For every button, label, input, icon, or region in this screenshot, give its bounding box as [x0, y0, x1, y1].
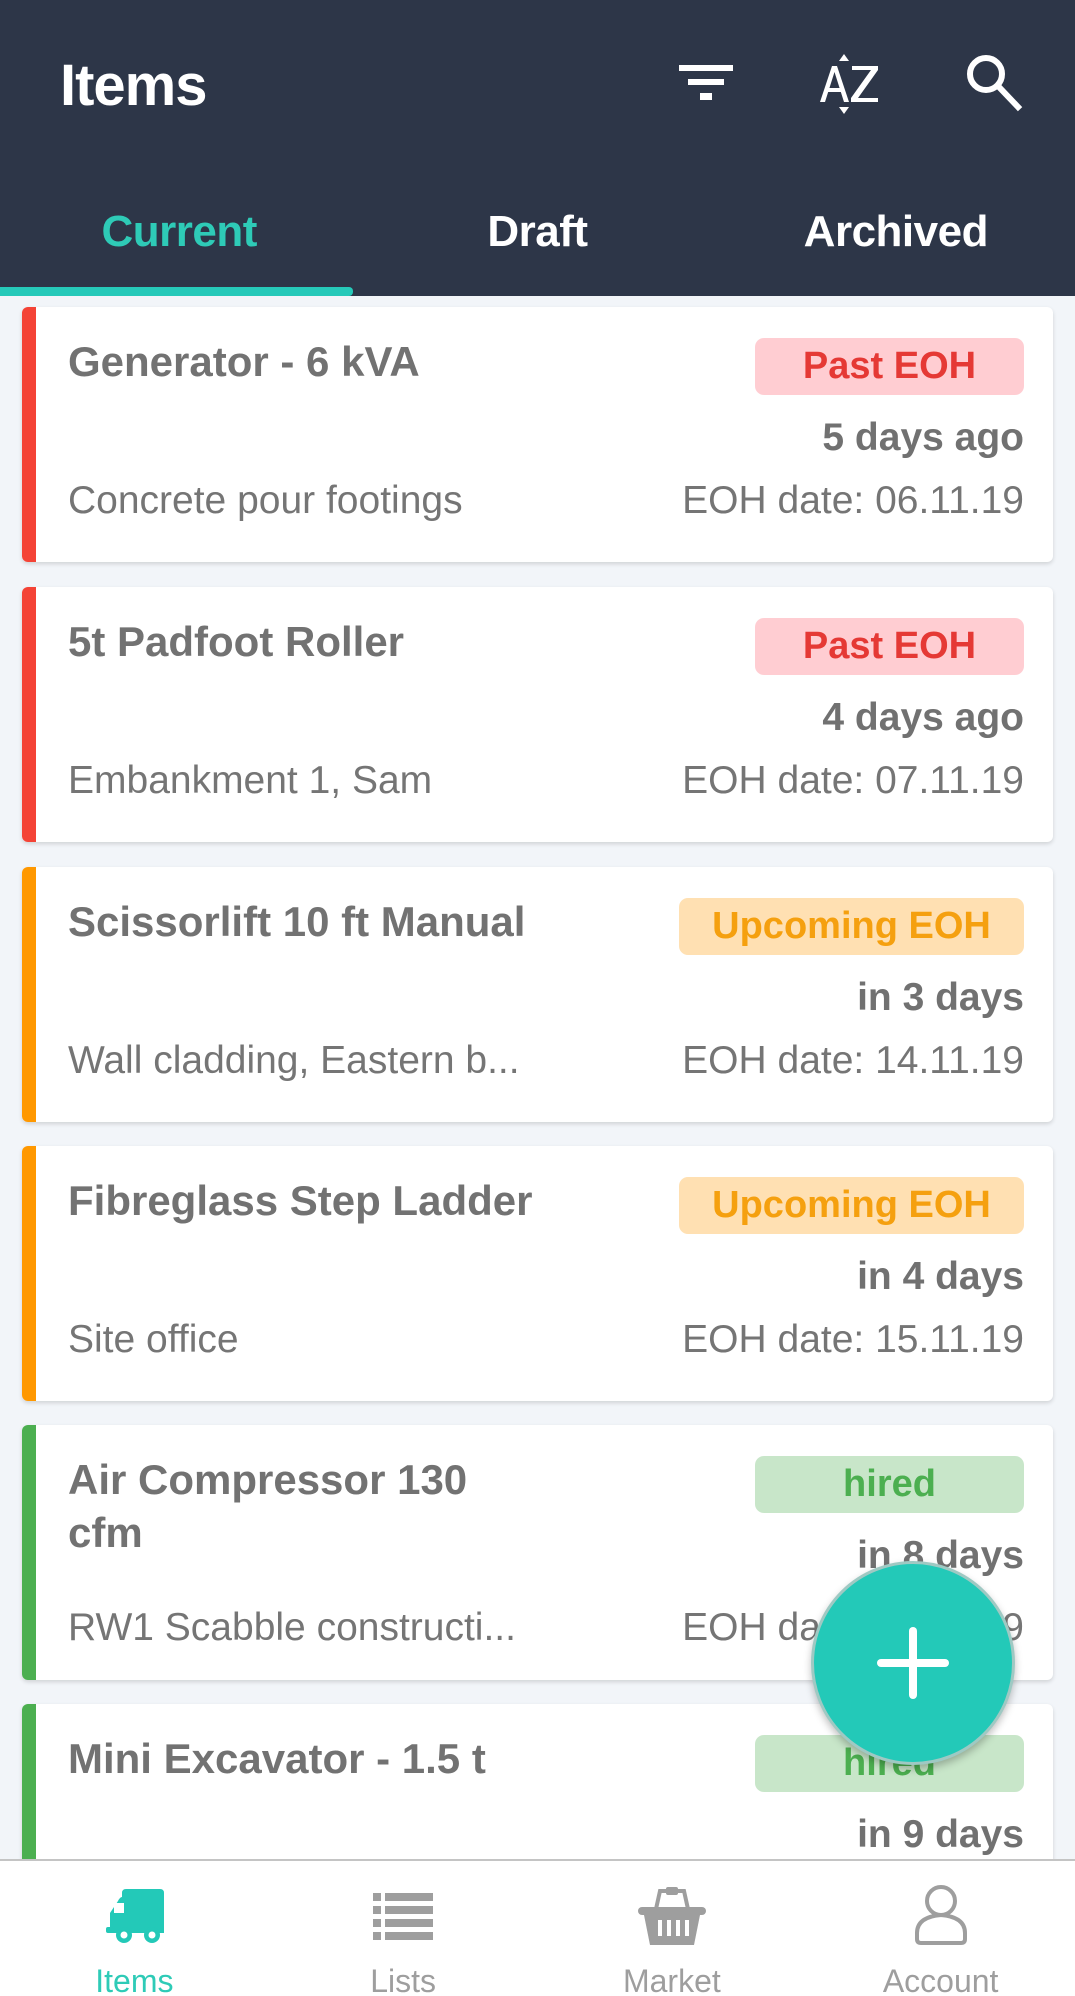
- eoh-date: EOH date: 07.11.19: [682, 759, 1024, 802]
- tab-draft[interactable]: Draft: [358, 180, 716, 296]
- relative-time: in 3 days: [857, 976, 1024, 1019]
- status-bar: [22, 1425, 36, 1680]
- relative-time: 5 days ago: [822, 416, 1024, 459]
- basket-icon: [637, 1887, 706, 1945]
- status-badge: Upcoming EOH: [679, 1177, 1024, 1234]
- search-icon: [967, 55, 1023, 112]
- app-header: Items Current Draft Archived: [0, 0, 1075, 296]
- item-site: Concrete pour footings: [68, 479, 463, 522]
- nav-items[interactable]: Items: [0, 1861, 269, 1996]
- nav-lists-label: Lists: [370, 1963, 437, 1996]
- relative-time: in 9 days: [857, 1813, 1024, 1856]
- status-badge: Upcoming EOH: [679, 898, 1024, 955]
- item-card[interactable]: Scissorlift 10 ft Manual Upcoming EOH in…: [22, 867, 1053, 1122]
- tab-current[interactable]: Current: [0, 180, 358, 296]
- item-card[interactable]: Fibreglass Step Ladder Upcoming EOH in 4…: [22, 1146, 1053, 1401]
- plus-icon: [877, 1627, 949, 1699]
- status-badge: hired: [755, 1456, 1024, 1513]
- sort-az-button[interactable]: [812, 50, 886, 118]
- item-name: Mini Excavator - 1.5 t: [68, 1735, 486, 1782]
- item-name: 5t Padfoot Roller: [68, 618, 405, 665]
- tab-bar: Current Draft Archived: [0, 180, 1075, 296]
- eoh-date: EOH date: 14.11.19: [682, 1039, 1024, 1082]
- status-bar: [22, 1704, 36, 1859]
- item-name: Scissorlift 10 ft Manual: [68, 898, 526, 945]
- filter-button[interactable]: [672, 56, 740, 110]
- item-name: Generator - 6 kVA: [68, 338, 420, 385]
- nav-lists[interactable]: Lists: [269, 1861, 538, 1996]
- nav-market[interactable]: Market: [538, 1861, 807, 1996]
- search-button[interactable]: [960, 50, 1028, 114]
- add-item-button[interactable]: [811, 1561, 1015, 1765]
- item-site: Embankment 1, Sam: [68, 759, 433, 802]
- sort-az-icon: [820, 54, 878, 114]
- nav-account[interactable]: Account: [806, 1861, 1075, 1996]
- nav-items-label: Items: [95, 1963, 174, 1996]
- status-bar: [22, 867, 36, 1122]
- status-badge: Past EOH: [755, 338, 1024, 395]
- relative-time: in 4 days: [857, 1255, 1024, 1298]
- status-bar: [22, 1146, 36, 1401]
- eoh-date: EOH date: 15.11.19: [682, 1318, 1024, 1361]
- item-card[interactable]: 5t Padfoot Roller Past EOH 4 days ago Em…: [22, 587, 1053, 842]
- nav-market-label: Market: [622, 1963, 721, 1996]
- eoh-date: EOH date: 06.11.19: [682, 479, 1024, 522]
- truck-icon: [106, 1889, 165, 1943]
- status-bar: [22, 307, 36, 562]
- list-icon: [373, 1893, 434, 1940]
- item-site: Wall cladding, Eastern b...: [68, 1039, 520, 1082]
- active-tab-indicator: [0, 287, 353, 296]
- user-icon: [914, 1885, 967, 1945]
- relative-time: 4 days ago: [822, 696, 1024, 739]
- page-title: Items: [60, 53, 208, 118]
- item-site: Site office: [68, 1318, 239, 1361]
- status-badge: Past EOH: [755, 618, 1024, 675]
- item-name: Air Compressor 130 cfm: [68, 1456, 468, 1556]
- nav-account-label: Account: [882, 1963, 999, 1996]
- item-name: Fibreglass Step Ladder: [68, 1177, 533, 1224]
- tab-archived[interactable]: Archived: [717, 180, 1075, 296]
- item-site: RW1 Scabble constructi...: [68, 1606, 516, 1649]
- bottom-navigation: Items Lists Market Account: [0, 1859, 1075, 1996]
- status-bar: [22, 587, 36, 842]
- item-card[interactable]: Generator - 6 kVA Past EOH 5 days ago Co…: [22, 307, 1053, 562]
- filter-icon: [679, 65, 733, 100]
